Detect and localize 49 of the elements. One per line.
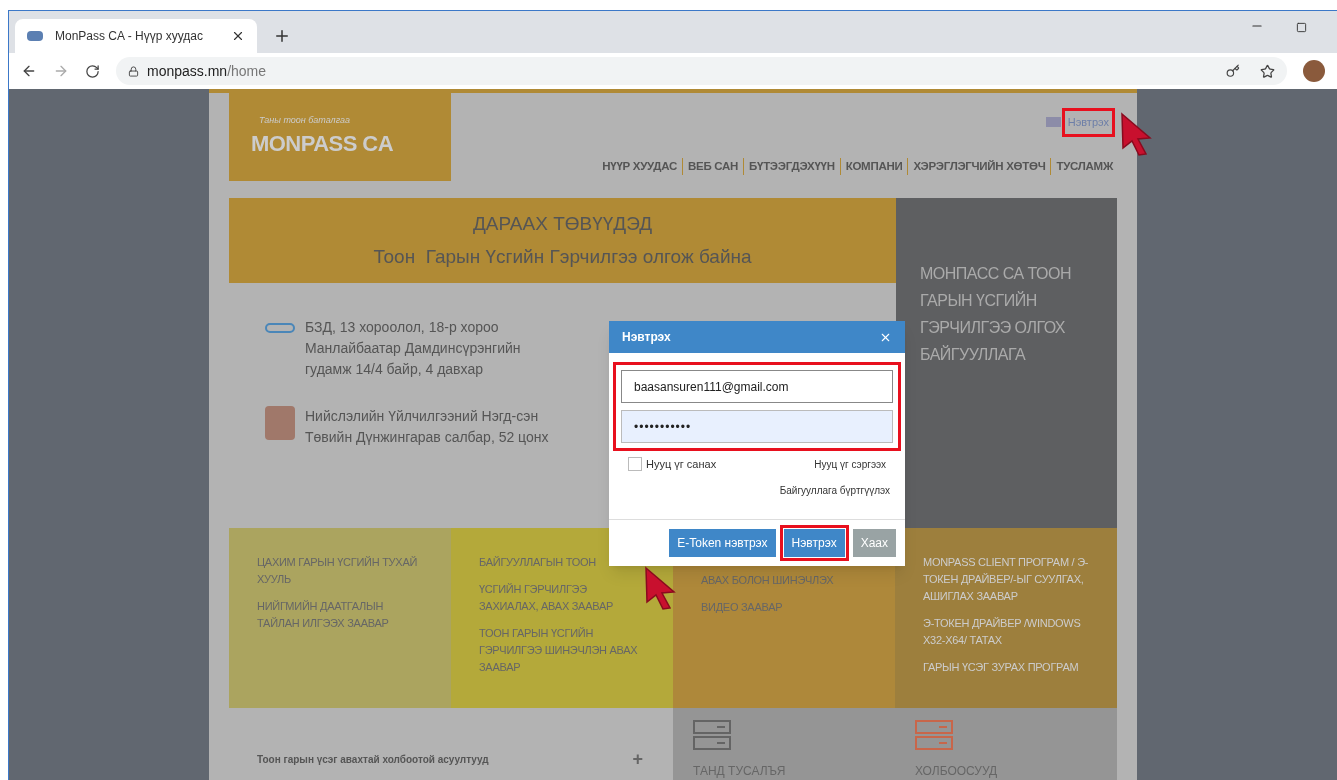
reload-icon[interactable]: [85, 63, 100, 79]
browser-tab[interactable]: MonPass CA - Нүүр хуудас: [15, 19, 257, 53]
email-field[interactable]: baasansuren111@gmail.com: [621, 370, 893, 403]
cursor-arrow-icon: [644, 566, 678, 610]
dialog-button[interactable]: E-Token нэвтрэх: [669, 529, 776, 557]
nav-link[interactable]: ВЕБ САН: [682, 157, 744, 175]
banner-heading: ДАРААХ ТӨВҮҮДЭД: [472, 212, 653, 236]
tab-title: MonPass CA - Нүүр хуудас: [55, 28, 204, 45]
new-tab-icon[interactable]: [273, 27, 291, 45]
nav-link[interactable]: КОМПАНИ: [839, 157, 908, 175]
login-link[interactable]: Нэвтрэх: [1064, 111, 1112, 134]
register-link[interactable]: Байгууллага бүртгүүлэх: [779, 482, 890, 498]
expand-toggle[interactable]: +: [632, 752, 643, 766]
dialog-button[interactable]: Хаах: [852, 529, 896, 557]
back-icon[interactable]: [21, 63, 37, 79]
column-link[interactable]: ЦАХИМ ГАРЫН ҮСГИЙН ТУХАЙ ХУУЛЬ: [257, 554, 423, 588]
remember-label: Нууц үг санах: [646, 457, 717, 472]
dialog-button[interactable]: Нэвтрэх: [783, 529, 845, 557]
column-link[interactable]: НИЙГМИЙН ДААТГАЛЫН ТАЙЛАН ИЛГЭЭХ ЗААВАР: [257, 598, 423, 632]
logo-text: MONPASS CA: [251, 130, 394, 159]
nav-link[interactable]: НҮҮР ХУУДАС: [597, 157, 682, 175]
address-bar[interactable]: monpass.mn/home: [116, 57, 1287, 85]
close-icon[interactable]: [231, 29, 245, 43]
url-text: monpass.mn/home: [147, 61, 267, 81]
logo-tagline: Таны тоон баталгаа: [258, 113, 352, 127]
nav-link[interactable]: БҮТЭЭГДЭХҮҮН: [743, 157, 840, 175]
column-link[interactable]: ГАРЫН ҮСЭГ ЗУРАХ ПРОГРАМ: [923, 659, 1089, 676]
password-field[interactable]: •••••••••••: [621, 410, 893, 443]
faq-question[interactable]: Тоон гарын үсэг авахтай холбоотой асуултууд: [257, 752, 633, 767]
maximize-icon[interactable]: [1296, 22, 1307, 33]
dialog-title: Нэвтрэх: [622, 329, 671, 346]
bookmark-star-icon[interactable]: [1260, 63, 1275, 79]
remember-checkbox[interactable]: [628, 457, 642, 472]
column-link[interactable]: MONPASS CLIENT ПРОГРАМ / Э-ТОКЕН ДРАЙВЕР/-ЫГ СУУЛГАХ, АШИГЛАХ ЗААВАР: [923, 554, 1089, 605]
banner-subheading: Тоон Гарын Үсгийн Гэрчилгээ олгож байна: [373, 244, 752, 269]
cursor-arrow-icon: [1120, 112, 1154, 156]
side-panel-title: МОНПАСС СА ТООН ГАРЫН ҮСГИЙН ГЭРЧИЛГЭЭ ОЛГОХ БАЙГУУЛЛАГА: [920, 264, 1073, 365]
column-link[interactable]: ҮСГИЙН ГЭРЧИЛГЭЭ ЗАХИАЛАХ, АВАХ ЗААВАР: [479, 581, 645, 615]
nav-link[interactable]: ТУСЛАМЖ: [1050, 157, 1118, 175]
site-favicon: [27, 31, 43, 41]
nav-link[interactable]: ХЭРЭГЛЭГЧИЙН ХӨТӨЧ: [907, 157, 1051, 175]
column-link[interactable]: Э-ТОКЕН ДРАЙВЕР /WINDOWS X32-X64/ ТАТАХ: [923, 615, 1089, 649]
key-icon[interactable]: [1226, 64, 1240, 78]
column-link[interactable]: ТООН ГАРЫН ҮСГИЙН ГЭРЧИЛГЭЭ ШИНЭЧЛЭН АВАХ ЗААВАР: [479, 625, 645, 676]
forgot-password-link[interactable]: Нууц үг сэргээх: [814, 456, 886, 472]
address-text: Нийслэлийн Үйлчилгээний Нэгд-сэн Төвийн Дүнжингарав салбар, 52 цонх: [305, 407, 550, 447]
profile-avatar[interactable]: [1303, 60, 1325, 82]
lock-icon: [128, 65, 139, 77]
address-text: БЗД, 13 хороолол, 18-р хороо Манлайбаатар Дамдинсүрэнгийн гудамж 14/4 байр, 4 давхар: [305, 318, 522, 379]
